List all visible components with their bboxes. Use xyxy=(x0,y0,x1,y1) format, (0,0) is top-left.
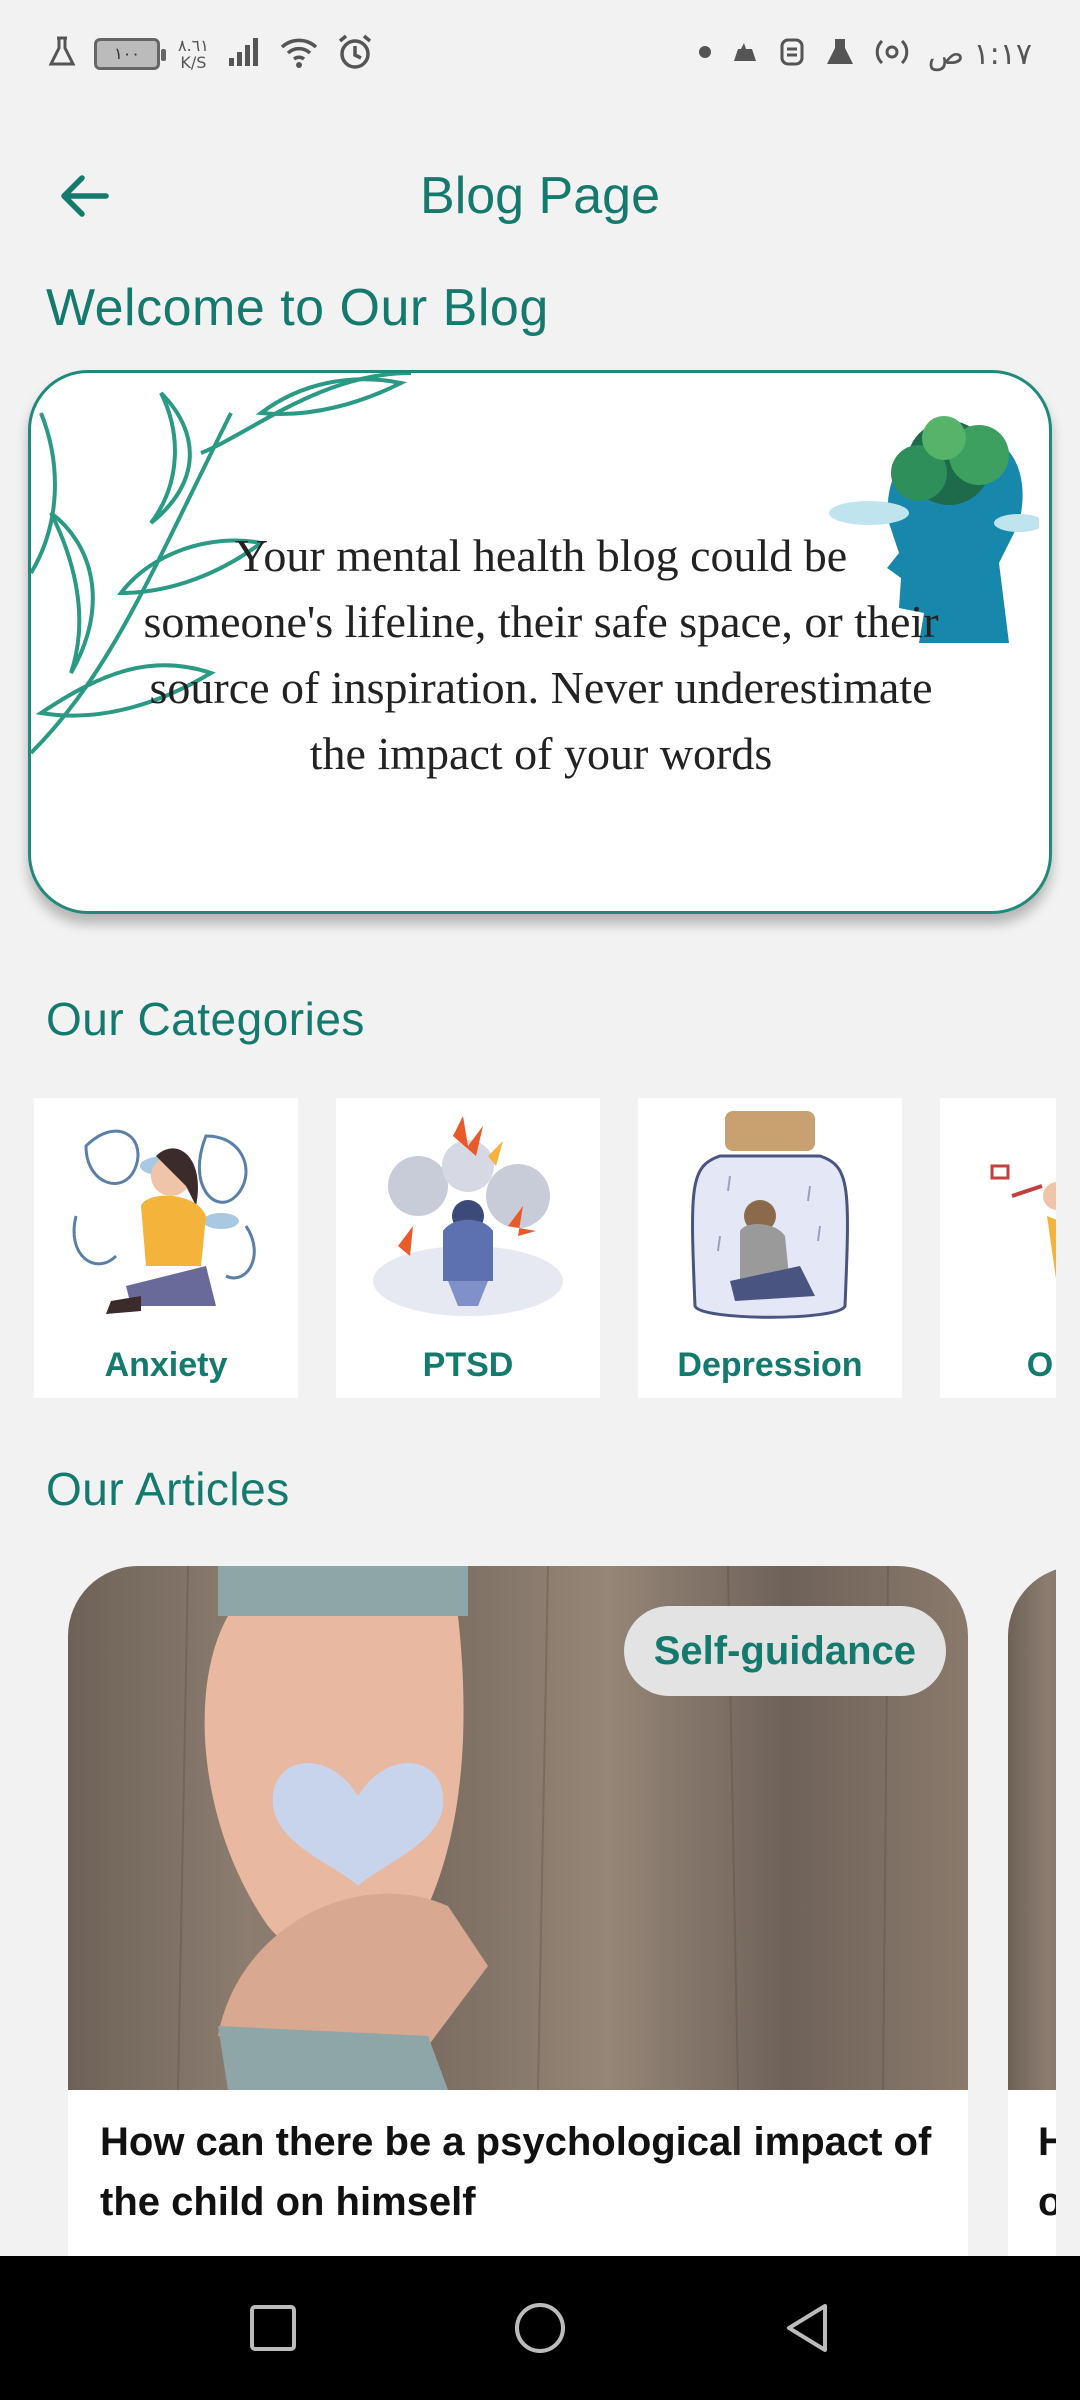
category-card-anxiety[interactable]: Anxiety xyxy=(34,1098,298,1398)
status-left-icons: ١٠٠ ٨.٦١ K/S xyxy=(48,34,373,75)
battery-level: ١٠٠ xyxy=(114,46,140,63)
circle-icon xyxy=(514,2303,565,2353)
recents-button[interactable] xyxy=(228,2283,318,2373)
dot-icon xyxy=(698,45,712,64)
categories-heading: Our Categories xyxy=(46,993,365,1045)
back-button[interactable] xyxy=(48,160,120,232)
ptsd-illustration-icon xyxy=(373,1116,563,1316)
square-icon xyxy=(250,2305,297,2351)
depression-jar-illustration-icon xyxy=(691,1111,849,1319)
article-tag-badge[interactable]: Self-guidance xyxy=(623,1606,946,1696)
net-speed-unit: K/S xyxy=(180,53,207,72)
alarm-icon xyxy=(337,34,373,75)
categories-carousel[interactable]: Anxiety PTSD Depression O xyxy=(34,1098,1056,1398)
arrow-left-icon xyxy=(61,175,109,217)
category-label: O xyxy=(1026,1346,1054,1384)
category-card-other[interactable]: O xyxy=(940,1098,1056,1398)
article-card[interactable]: Self-guidance How can there be a psychol… xyxy=(68,1566,968,2256)
quote-text: Your mental health blog could be someone… xyxy=(143,530,939,779)
flask-filled-icon xyxy=(824,36,856,73)
app-notification-icon xyxy=(730,39,760,70)
flask-icon xyxy=(48,36,76,73)
article-card[interactable]: H o xyxy=(1008,1566,1056,2256)
triangle-back-icon xyxy=(786,2304,827,2352)
wifi-icon xyxy=(279,35,319,74)
category-label: Depression xyxy=(677,1346,863,1384)
articles-carousel[interactable]: Self-guidance How can there be a psychol… xyxy=(0,1566,1056,2256)
articles-heading: Our Articles xyxy=(46,1463,290,1515)
home-button[interactable] xyxy=(495,2283,585,2373)
welcome-heading: Welcome to Our Blog xyxy=(46,279,549,337)
signal-icon xyxy=(227,36,261,73)
quote-banner: Your mental health blog could be someone… xyxy=(28,370,1052,914)
article-title: How can there be a psychological impact … xyxy=(100,2120,932,2224)
system-navigation-bar xyxy=(0,2256,1080,2400)
other-category-illustration-icon xyxy=(990,1164,1056,1279)
back-nav-button[interactable] xyxy=(762,2283,852,2373)
category-card-depression[interactable]: Depression xyxy=(638,1098,902,1398)
article-image xyxy=(1008,1566,1056,2090)
battery-icon: ١٠٠ xyxy=(94,38,166,70)
page-title: Blog Page xyxy=(420,167,660,225)
clock: ١:١٧ ص xyxy=(927,36,1032,72)
status-right-icons: ١:١٧ ص xyxy=(698,36,1032,73)
shield-icon xyxy=(778,36,806,73)
app-bar: Blog Page xyxy=(0,140,1080,250)
anxiety-illustration-icon xyxy=(72,1129,256,1314)
article-title: H o xyxy=(1038,2120,1056,2224)
category-card-ptsd[interactable]: PTSD xyxy=(336,1098,600,1398)
network-speed: ٨.٦١ K/S xyxy=(178,37,209,71)
category-label: PTSD xyxy=(422,1346,514,1384)
category-label: Anxiety xyxy=(104,1346,228,1384)
hotspot-icon xyxy=(874,37,910,72)
status-bar: ١٠٠ ٨.٦١ K/S ١:١٧ ص xyxy=(0,0,1080,108)
